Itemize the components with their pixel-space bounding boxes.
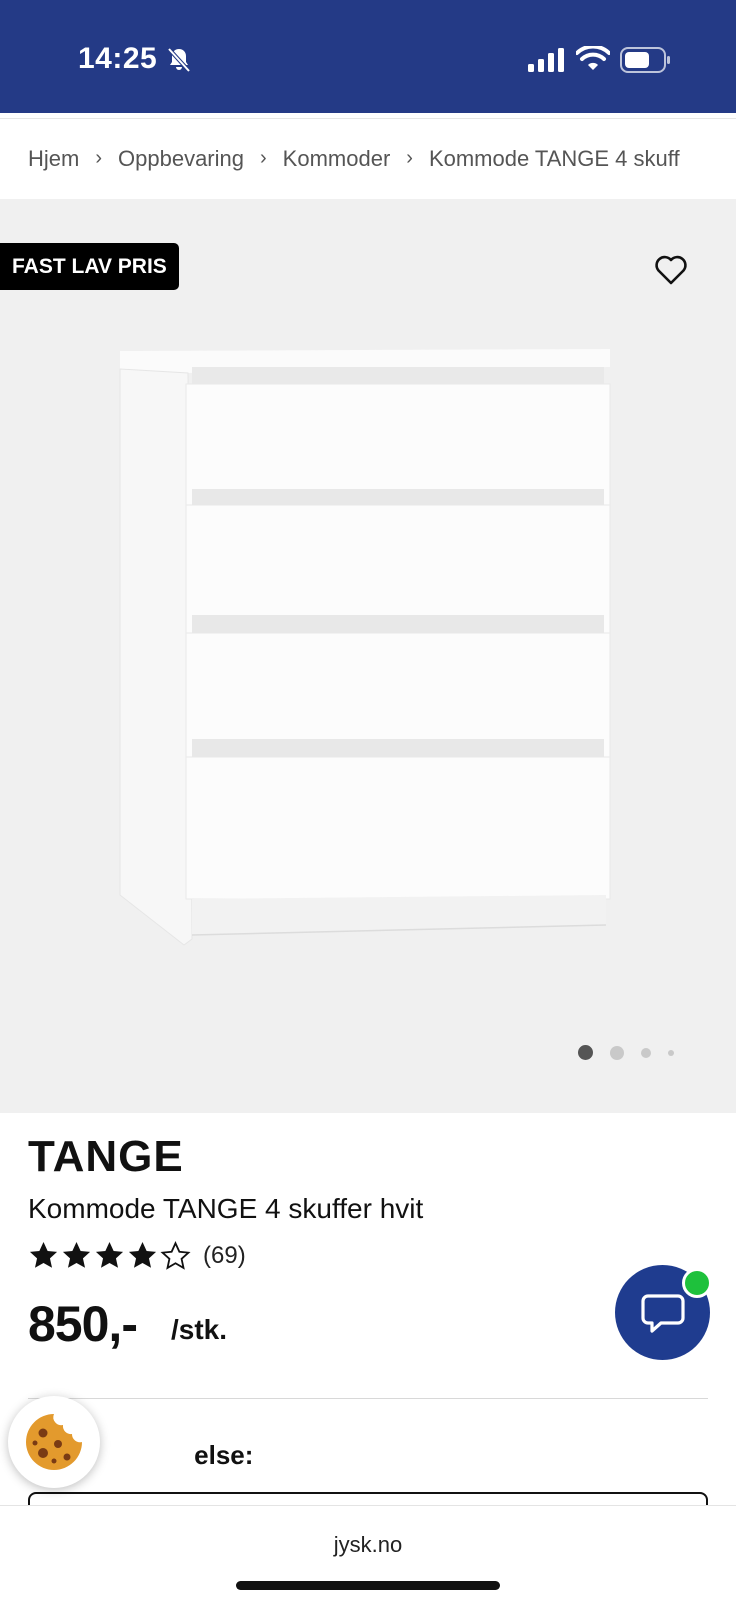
product-image <box>119 349 611 946</box>
review-count[interactable]: (69) <box>203 1242 246 1270</box>
product-brand: TANGE <box>28 1132 184 1181</box>
cookie-button[interactable] <box>8 1396 100 1488</box>
product-page: 14:25 Hjem › Oppbevaring › Kommoder › Ko… <box>0 0 736 1600</box>
url-label[interactable]: jysk.no <box>0 1532 736 1558</box>
chevron-right-icon: › <box>406 146 413 169</box>
chevron-right-icon: › <box>260 146 267 169</box>
status-time: 14:25 <box>78 42 158 75</box>
home-indicator[interactable] <box>236 1581 500 1590</box>
price-unit: /stk. <box>171 1314 228 1345</box>
status-bar: 14:25 <box>0 0 736 113</box>
breadcrumb-dressers[interactable]: Kommoder <box>283 146 391 172</box>
chat-icon <box>640 1293 685 1333</box>
pagination-dot[interactable] <box>668 1049 674 1056</box>
heart-icon <box>655 255 687 285</box>
cookie-icon <box>26 1414 82 1470</box>
breadcrumb-home[interactable]: Hjem <box>28 146 79 172</box>
image-pagination[interactable] <box>578 1045 691 1060</box>
product-name: Kommode TANGE 4 skuffer hvit <box>28 1193 424 1224</box>
breadcrumb-storage[interactable]: Oppbevaring <box>118 146 244 172</box>
browser-bar: jysk.no <box>0 1505 736 1600</box>
wifi-icon <box>576 46 610 70</box>
chat-online-indicator <box>682 1268 712 1298</box>
signal-icon <box>528 48 564 72</box>
bell-off-icon <box>167 47 191 73</box>
section-label-text: else: <box>194 1440 254 1470</box>
chevron-right-icon: › <box>95 146 103 169</box>
price-badge: FAST LAV PRIS <box>0 243 179 290</box>
pagination-dot[interactable] <box>641 1047 651 1058</box>
battery-icon <box>620 47 670 73</box>
breadcrumb-current[interactable]: Kommode TANGE 4 skuff <box>429 146 680 172</box>
star-icon <box>62 1241 91 1268</box>
product-gallery[interactable]: FAST LAV PRIS <box>0 199 736 1113</box>
pagination-dot-active[interactable] <box>578 1045 593 1060</box>
star-outline-icon <box>160 1241 191 1270</box>
product-price: 850,- <box>28 1296 138 1352</box>
pagination-dot[interactable] <box>610 1045 624 1060</box>
product-rating[interactable]: (69) <box>28 1240 246 1271</box>
favorite-button[interactable] <box>650 249 692 291</box>
star-icon <box>95 1241 124 1268</box>
breadcrumb: Hjem › Oppbevaring › Kommoder › Kommode … <box>0 118 736 199</box>
star-icon <box>29 1241 58 1268</box>
divider <box>28 1398 708 1399</box>
star-icon <box>128 1241 157 1268</box>
